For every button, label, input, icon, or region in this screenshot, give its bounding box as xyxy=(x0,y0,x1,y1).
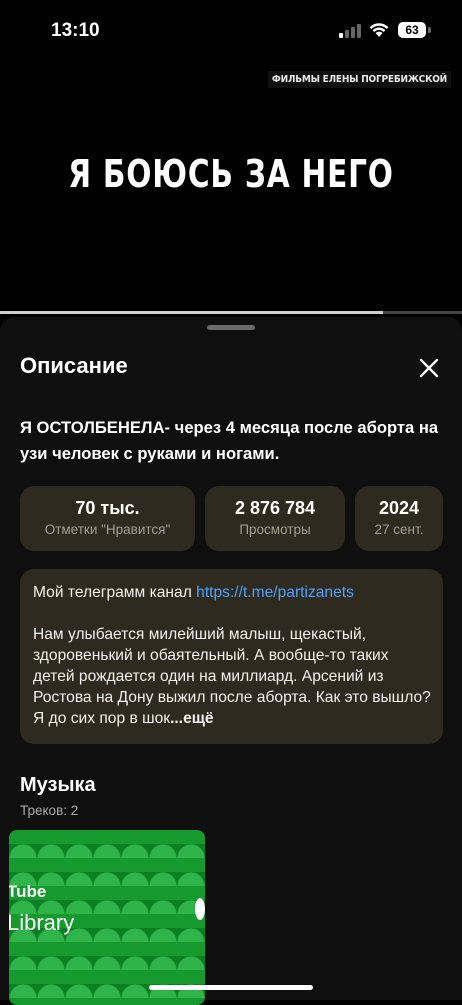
year-value: 2024 xyxy=(378,498,420,518)
likes-value: 70 тыс. xyxy=(75,498,140,518)
card-library-text: Library xyxy=(9,910,75,935)
description-sheet: Описание Я ОСТОЛБЕНЕЛА- через 4 месяца п… xyxy=(0,317,462,1005)
video-heading: Я ОСТОЛБЕНЕЛА- через 4 месяца после абор… xyxy=(20,418,439,463)
show-more-link[interactable]: ...ещё xyxy=(170,710,214,727)
video-progress-fill xyxy=(0,311,384,314)
video-title-overlay: Я БОЮСЬ ЗА НЕГО xyxy=(68,152,394,196)
status-bar: 13:10 63 xyxy=(0,0,462,60)
views-label: Просмотры xyxy=(239,522,311,537)
tracks-count: Треков: 2 xyxy=(20,803,79,818)
card-brand-text: Tube xyxy=(9,882,47,901)
video-player[interactable]: ФИЛЬМЫ ЕЛЕНЫ ПОГРЕБИЖСКОЙ Я БОЮСЬ ЗА НЕГ… xyxy=(0,60,462,315)
card-scroll-knob xyxy=(195,898,205,920)
likes-stat: 70 тыс. Отметки "Нравится" xyxy=(20,486,195,551)
video-progress-bar[interactable] xyxy=(0,311,462,314)
wifi-icon xyxy=(369,23,389,37)
date-stat: 2024 27 сент. xyxy=(355,486,443,551)
views-stat: 2 876 784 Просмотры xyxy=(205,486,345,551)
description-prefix: Мой телеграмм канал xyxy=(33,584,197,601)
drag-handle[interactable] xyxy=(207,325,255,330)
music-card[interactable]: Tube Library xyxy=(9,830,205,1005)
battery-tip xyxy=(428,27,431,33)
music-section-title: Музыка xyxy=(20,774,96,796)
views-value: 2 876 784 xyxy=(234,498,316,518)
cellular-signal-icon xyxy=(339,24,361,38)
home-indicator[interactable] xyxy=(149,985,313,990)
channel-watermark: ФИЛЬМЫ ЕЛЕНЫ ПОГРЕБИЖСКОЙ xyxy=(267,71,451,88)
status-time: 13:10 xyxy=(51,20,100,41)
battery-icon: 63 xyxy=(398,22,426,38)
description-body: Нам улыбается милейший малыш, щекастый, … xyxy=(33,626,431,727)
likes-label: Отметки "Нравится" xyxy=(44,522,171,537)
telegram-link[interactable]: https://t.me/partizanets xyxy=(196,584,354,601)
description-box[interactable]: Мой телеграмм канал https://t.me/partiza… xyxy=(20,569,443,744)
date-label: 27 сент. xyxy=(374,522,424,537)
sheet-title: Описание xyxy=(20,353,128,378)
close-icon[interactable] xyxy=(414,353,444,383)
